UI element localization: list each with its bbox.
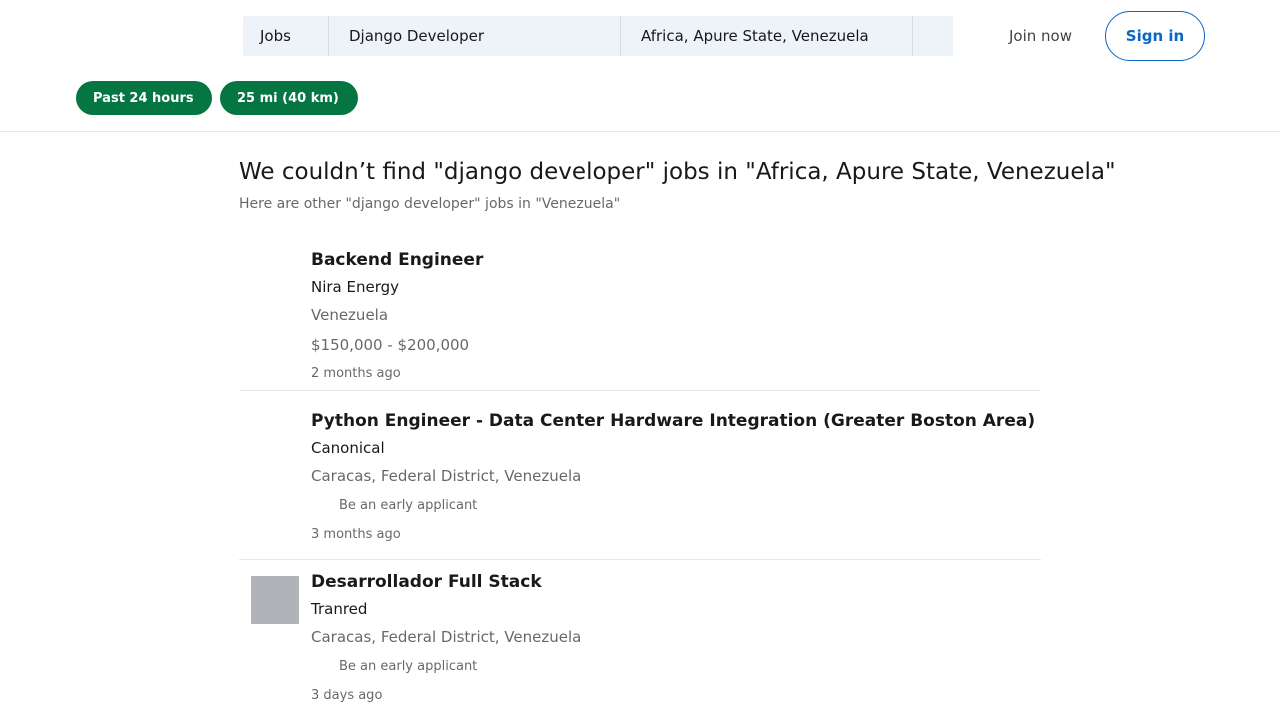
top-header: Jobs Django Developer Africa, Apure Stat… bbox=[0, 0, 1280, 132]
alternate-results-subheading: Here are other "django developer" jobs i… bbox=[239, 196, 621, 212]
job-card[interactable]: Desarrollador Full Stack Tranred Caracas… bbox=[239, 560, 1041, 720]
job-location: Caracas, Federal District, Venezuela bbox=[311, 467, 582, 485]
join-now-link[interactable]: Join now bbox=[1009, 27, 1072, 45]
job-company[interactable]: Tranred bbox=[311, 600, 367, 618]
job-card[interactable]: Backend Engineer Nira Energy Venezuela $… bbox=[239, 230, 1041, 391]
company-logo bbox=[251, 246, 299, 294]
job-insight: Be an early applicant bbox=[339, 498, 478, 513]
job-title[interactable]: Backend Engineer bbox=[311, 250, 483, 270]
job-title[interactable]: Python Engineer - Data Center Hardware I… bbox=[311, 411, 1035, 431]
no-results-heading: We couldn’t find "django developer" jobs… bbox=[239, 159, 1116, 185]
search-bar: Jobs Django Developer Africa, Apure Stat… bbox=[243, 16, 953, 56]
job-posted-time: 2 months ago bbox=[311, 366, 401, 381]
search-type-selector[interactable]: Jobs bbox=[243, 16, 329, 56]
job-posted-time: 3 months ago bbox=[311, 527, 401, 542]
job-company[interactable]: Canonical bbox=[311, 439, 385, 457]
job-insight: Be an early applicant bbox=[339, 659, 478, 674]
sign-in-button[interactable]: Sign in bbox=[1105, 11, 1205, 61]
job-location: Caracas, Federal District, Venezuela bbox=[311, 628, 582, 646]
job-company[interactable]: Nira Energy bbox=[311, 278, 399, 296]
job-location: Venezuela bbox=[311, 306, 389, 324]
keyword-input[interactable]: Django Developer bbox=[329, 16, 621, 56]
company-logo bbox=[251, 415, 299, 463]
company-logo-placeholder bbox=[251, 576, 299, 624]
job-salary: $150,000 - $200,000 bbox=[311, 336, 470, 354]
filter-date-posted[interactable]: Past 24 hours bbox=[76, 81, 212, 115]
job-posted-time: 3 days ago bbox=[311, 688, 383, 703]
job-title[interactable]: Desarrollador Full Stack bbox=[311, 572, 542, 592]
search-submit-area[interactable] bbox=[913, 16, 953, 56]
location-input[interactable]: Africa, Apure State, Venezuela bbox=[621, 16, 913, 56]
filter-distance[interactable]: 25 mi (40 km) bbox=[220, 81, 358, 115]
job-card[interactable]: Python Engineer - Data Center Hardware I… bbox=[239, 399, 1041, 560]
